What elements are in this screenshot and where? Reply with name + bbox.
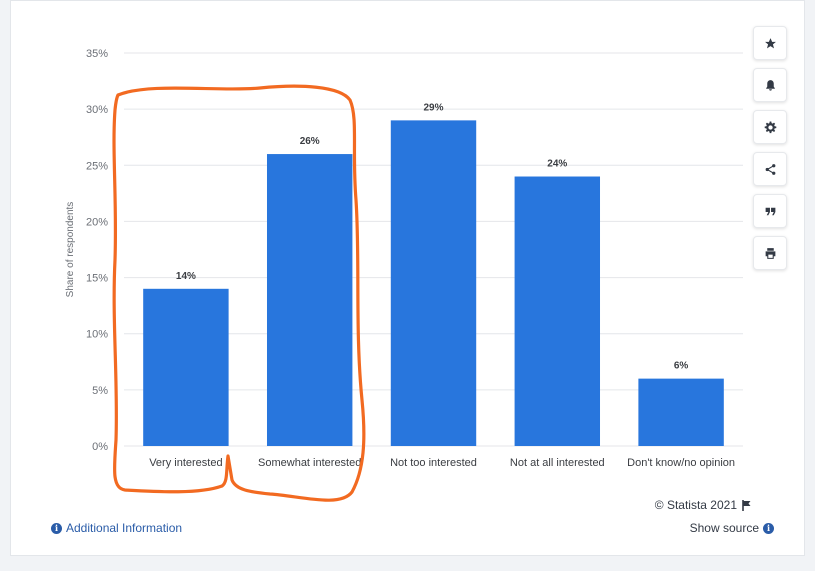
y-tick-label: 15% [86, 273, 108, 285]
bar-chart: 0% 5% 10% 15% 20% 25% 30% 35% Share of responden… [65, 48, 743, 469]
cite-button[interactable] [753, 194, 787, 228]
x-tick-label: Not too interested [390, 457, 477, 469]
y-axis-label: Share of respondents [65, 202, 76, 298]
copyright-text: © Statista 2021 [654, 498, 737, 512]
info-icon: i [763, 522, 774, 534]
print-icon [765, 247, 775, 259]
bar [143, 288, 229, 446]
data-label: 6% [674, 361, 689, 372]
y-tick-label: 20% [86, 216, 108, 228]
chart-toolbar [753, 26, 789, 278]
print-button[interactable] [753, 236, 787, 270]
x-tick-label: Somewhat interested [258, 457, 361, 469]
y-tick-label: 30% [86, 104, 108, 116]
y-tick-label: 35% [86, 48, 108, 60]
bar [638, 378, 724, 446]
favorite-button[interactable] [753, 26, 787, 60]
share-button[interactable] [753, 152, 787, 186]
bar [390, 120, 477, 446]
x-tick-label: Don't know/no opinion [627, 457, 735, 469]
x-tick-label: Not at all interested [510, 457, 605, 469]
settings-button[interactable] [753, 110, 787, 144]
x-tick-label: Very interested [149, 457, 222, 469]
data-label: 14% [176, 271, 196, 282]
bar [514, 176, 601, 446]
y-tick-label: 0% [92, 441, 108, 453]
bar [266, 154, 353, 447]
y-tick-label: 10% [86, 329, 108, 341]
quote-icon [765, 207, 775, 215]
show-source-link[interactable]: Show source i [690, 521, 774, 535]
gear-icon [764, 121, 776, 133]
bell-icon [765, 79, 775, 91]
additional-information-label: Additional Information [66, 521, 183, 535]
star-icon [764, 37, 776, 48]
notification-button[interactable] [753, 68, 787, 102]
data-label: 26% [300, 136, 320, 147]
y-tick-label: 25% [86, 160, 108, 172]
share-icon [765, 163, 775, 175]
show-source-label: Show source [689, 521, 759, 535]
chart-card: 0% 5% 10% 15% 20% 25% 30% 35% Share of responden… [10, 0, 805, 556]
additional-information-link[interactable]: i Additional Information [51, 521, 182, 535]
copyright: © Statista 2021 [655, 498, 752, 512]
y-tick-label: 5% [92, 385, 108, 397]
info-icon: i [51, 522, 62, 534]
flag-icon [742, 499, 751, 511]
data-label: 29% [423, 102, 443, 113]
data-label: 24% [547, 159, 567, 170]
